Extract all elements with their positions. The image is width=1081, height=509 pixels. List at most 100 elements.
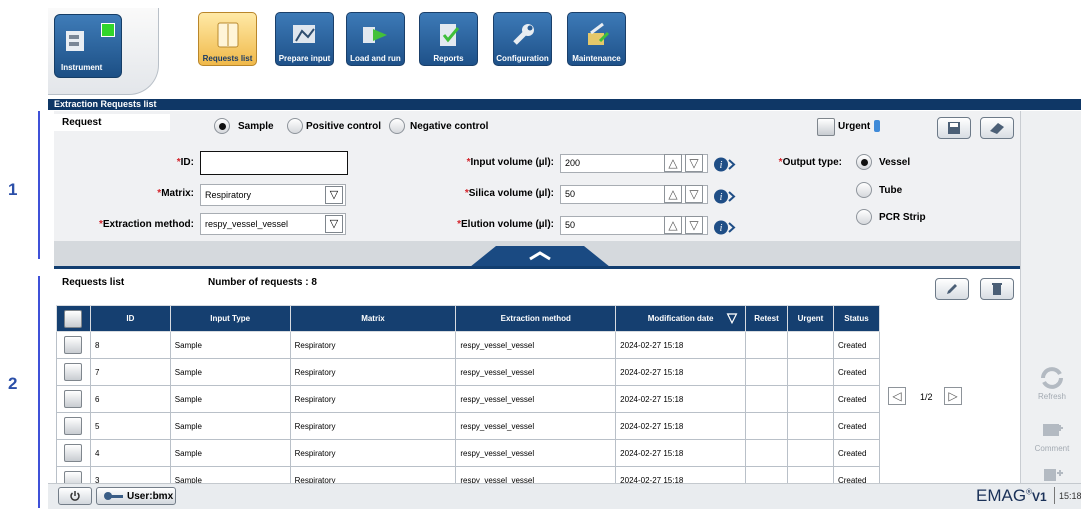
input-volume-label: *Input volume (µl): [440, 157, 554, 168]
cell-input-type: Sample [169, 358, 291, 386]
urgent-checkbox[interactable] [817, 118, 835, 136]
id-label: *ID: [110, 157, 194, 168]
toolbar-load-and-run[interactable]: Load and run [346, 12, 405, 66]
row-checkbox[interactable] [56, 412, 91, 440]
delete-button[interactable] [980, 278, 1014, 300]
requests-count: Number of requests : 8 [208, 277, 317, 288]
table-row[interactable]: 6 Sample Respiratory respy_vessel_vessel 202… [56, 385, 881, 413]
cell-date: 2024-02-27 15:18 [615, 439, 747, 467]
input-volume-decrement-button[interactable]: ▽ [685, 154, 703, 172]
collapse-toggle[interactable] [470, 244, 610, 267]
svg-text:i: i [720, 192, 723, 203]
cell-status: Created [832, 412, 881, 440]
info-icon[interactable]: i [713, 156, 737, 173]
reports-label: Reports [433, 54, 464, 63]
elution-volume-increment-button[interactable]: △ [664, 216, 682, 234]
next-page-button[interactable]: ▷ [944, 387, 962, 405]
type-radio-sample[interactable] [214, 118, 230, 134]
load-and-run-icon [362, 27, 387, 43]
column-matrix[interactable]: Matrix [289, 305, 457, 332]
table-row[interactable]: 8 Sample Respiratory respy_vessel_vessel 202… [56, 331, 881, 359]
row-checkbox[interactable] [56, 331, 91, 359]
maintenance-label: Maintenance [572, 54, 621, 63]
cell-status: Created [832, 439, 881, 467]
svg-text:i: i [720, 160, 723, 171]
cell-matrix: Respiratory [289, 439, 457, 467]
output-tube-label: Tube [879, 185, 903, 196]
column-urgent[interactable]: Urgent [786, 305, 834, 332]
save-button[interactable] [937, 117, 971, 139]
checkbox-icon [64, 444, 83, 462]
refresh-button[interactable]: Refresh [1024, 366, 1080, 401]
prev-page-button[interactable]: ◁ [888, 387, 906, 405]
pencil-icon [947, 284, 957, 294]
column-retest[interactable]: Retest [745, 305, 788, 332]
silica-volume-decrement-button[interactable]: ▽ [685, 185, 703, 203]
output-radio-vessel[interactable] [856, 154, 872, 170]
save-icon [948, 122, 960, 134]
elution-volume-decrement-button[interactable]: ▽ [685, 216, 703, 234]
input-volume-increment-button[interactable]: △ [664, 154, 682, 172]
requests-table: ID Input Type Matrix Extraction method M… [56, 305, 881, 494]
wrench-icon [512, 24, 534, 45]
toolbar-prepare-input[interactable]: Prepare input [275, 12, 334, 66]
toolbar-maintenance[interactable]: Maintenance [567, 12, 626, 66]
type-radio-negative[interactable] [389, 118, 405, 134]
add-item-icon[interactable] [1040, 467, 1064, 481]
login-button[interactable]: User:bmx [96, 487, 176, 505]
output-type-label-text: Output type: [782, 157, 842, 168]
row-checkbox[interactable] [56, 358, 91, 386]
column-modification-date[interactable]: Modification date ▽ [615, 305, 747, 332]
row-checkbox[interactable] [56, 385, 91, 413]
instrument-label: Instrument [61, 63, 103, 72]
cell-status: Created [832, 385, 881, 413]
table-row[interactable]: 7 Sample Respiratory respy_vessel_vessel 202… [56, 358, 881, 386]
checkbox-icon [64, 309, 83, 328]
info-icon[interactable]: i [713, 219, 737, 236]
checkbox-icon [64, 390, 83, 408]
power-button[interactable] [58, 487, 92, 505]
table-row[interactable]: 5 Sample Respiratory respy_vessel_vessel 202… [56, 412, 881, 440]
column-input-type[interactable]: Input Type [169, 305, 291, 332]
section-marker-2: 2 [8, 374, 18, 393]
column-id[interactable]: ID [89, 305, 171, 332]
output-radio-tube[interactable] [856, 182, 872, 198]
checkbox-icon [64, 363, 83, 381]
edit-button[interactable] [935, 278, 969, 300]
toolbar-reports[interactable]: Reports [419, 12, 478, 66]
output-type-label: *Output type: [760, 157, 842, 168]
cell-matrix: Respiratory [289, 412, 457, 440]
requests-list-icon [217, 22, 238, 48]
output-radio-pcr-strip[interactable] [856, 209, 872, 225]
instrument-button[interactable]: Instrument [54, 14, 122, 78]
clear-button[interactable] [980, 117, 1014, 139]
cell-urgent [786, 385, 834, 413]
cell-retest [745, 412, 788, 440]
info-icon[interactable]: i [713, 188, 737, 205]
column-status[interactable]: Status [832, 305, 881, 332]
table-row[interactable]: 4 Sample Respiratory respy_vessel_vessel 202… [56, 439, 881, 467]
refresh-label: Refresh [1037, 392, 1066, 401]
elution-volume-label-text: Elution volume (µl): [461, 219, 554, 230]
modification-date-label: Modification date [647, 314, 714, 323]
cell-urgent [786, 439, 834, 467]
footer-bar [48, 483, 1081, 509]
elution-volume-label: *Elution volume (µl): [440, 219, 554, 230]
matrix-select[interactable]: Respiratory ▽ [200, 184, 346, 206]
comment-button[interactable]: Comment [1024, 420, 1080, 453]
column-extraction-method[interactable]: Extraction method [455, 305, 617, 332]
select-all-checkbox[interactable] [56, 305, 91, 332]
toolbar-requests-list[interactable]: Requests list [198, 12, 257, 66]
cell-status: Created [832, 358, 881, 386]
cell-urgent [786, 412, 834, 440]
cell-method: respy_vessel_vessel [455, 331, 617, 359]
type-radio-positive[interactable] [287, 118, 303, 134]
page-indicator: 1/2 [920, 392, 933, 402]
method-select[interactable]: respy_vessel_vessel ▽ [200, 213, 346, 235]
cell-retest [745, 439, 788, 467]
row-checkbox[interactable] [56, 439, 91, 467]
matrix-label: *Matrix: [110, 188, 194, 199]
id-input[interactable] [200, 151, 348, 175]
silica-volume-increment-button[interactable]: △ [664, 185, 682, 203]
toolbar-configuration[interactable]: Configuration [493, 12, 552, 66]
